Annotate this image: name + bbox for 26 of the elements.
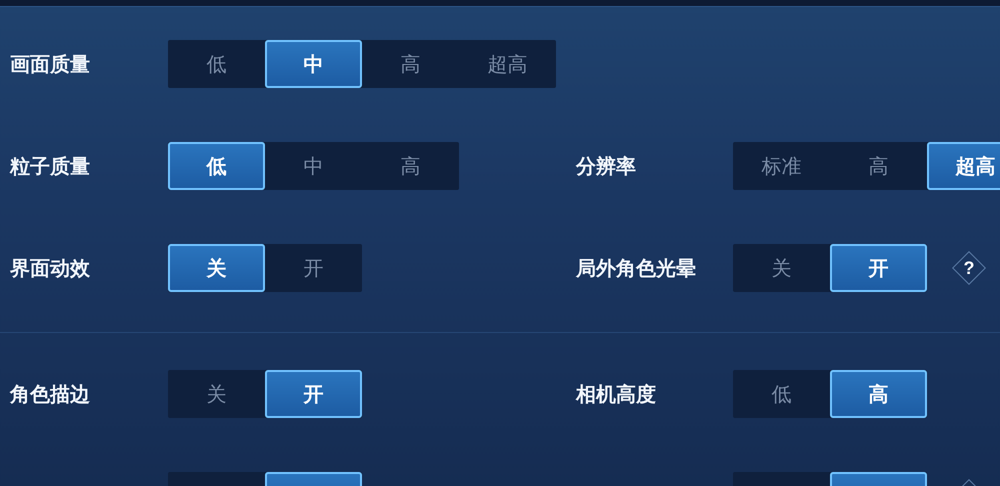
option-tab[interactable]: 中: [265, 40, 362, 88]
setting-label: 分辨率: [576, 152, 636, 180]
option-tab[interactable]: 超高: [459, 40, 556, 88]
option-tab[interactable]: 低: [168, 142, 265, 190]
option-tab[interactable]: 关: [168, 370, 265, 418]
option-tab[interactable]: 低: [168, 40, 265, 88]
option-tab[interactable]: 超高: [927, 142, 1000, 190]
setting-label: 角色描边: [10, 380, 90, 408]
option-tab[interactable]: 关: [168, 244, 265, 292]
option-tab[interactable]: 高: [362, 142, 459, 190]
setting-label: 粒子质量: [10, 152, 90, 180]
help-icon[interactable]: ?: [951, 250, 987, 286]
setting-label: 界面动效: [10, 254, 90, 282]
option-tab[interactable]: 中: [265, 142, 362, 190]
option-tab[interactable]: 高: [830, 370, 927, 418]
option-tab[interactable]: 开: [830, 244, 927, 292]
setting-label: 画面质量: [10, 50, 90, 78]
option-tab[interactable]: 高: [830, 142, 927, 190]
option-tab[interactable]: 开: [265, 370, 362, 418]
option-tab[interactable]: 低: [733, 370, 830, 418]
option-tab[interactable]: 高: [362, 40, 459, 88]
option-tab[interactable]: 开: [265, 244, 362, 292]
option-tab[interactable]: 关: [733, 244, 830, 292]
option-tab[interactable]: 标准: [733, 142, 830, 190]
setting-label: 局外角色光晕: [576, 254, 696, 282]
setting-label: 相机高度: [576, 380, 656, 408]
